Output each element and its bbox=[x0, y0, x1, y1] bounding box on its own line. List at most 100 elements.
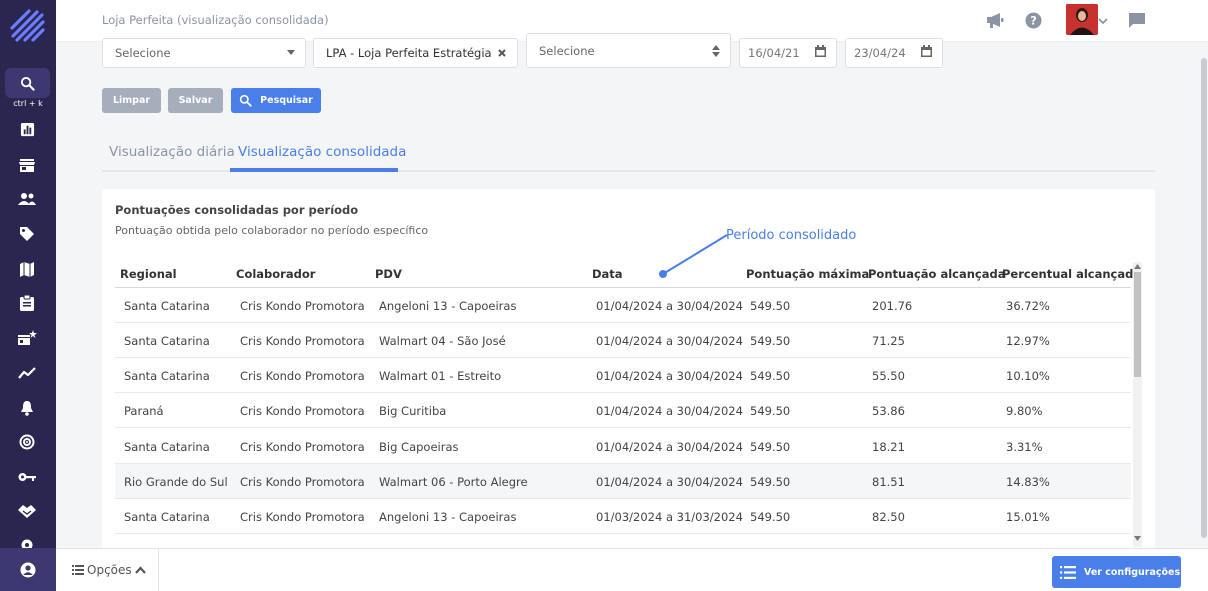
view-settings-button[interactable]: Ver configurações bbox=[1052, 556, 1181, 588]
filter-select-3-value: Selecione bbox=[539, 43, 595, 58]
table-scrollbar-thumb[interactable] bbox=[1134, 272, 1141, 377]
sidebar-item-checklist[interactable] bbox=[16, 292, 38, 314]
sidebar-item-tags[interactable] bbox=[16, 223, 38, 245]
column-header-percentual[interactable]: Percentual alcançado bbox=[1002, 267, 1141, 281]
filter-select-1[interactable]: Selecione bbox=[102, 38, 306, 68]
sidebar-item-stores[interactable] bbox=[16, 154, 38, 176]
handshake-icon bbox=[18, 505, 36, 518]
cell-pdv: Walmart 06 - Porto Alegre bbox=[379, 475, 528, 489]
sidebar: ctrl + k bbox=[0, 0, 56, 591]
column-header-pdv[interactable]: PDV bbox=[375, 267, 402, 281]
search-button[interactable]: Pesquisar bbox=[231, 88, 321, 113]
clipboard-icon bbox=[20, 295, 34, 311]
sidebar-search-button[interactable] bbox=[5, 68, 50, 98]
cell-pontuacao-maxima: 549.50 bbox=[750, 299, 791, 313]
sidebar-item-users[interactable] bbox=[16, 188, 38, 210]
filter-select-2[interactable]: LPA - Loja Perfeita Estratégia bbox=[313, 38, 518, 68]
date-start-field[interactable]: 16/04/21 bbox=[739, 38, 837, 68]
help-button[interactable]: ? bbox=[1022, 9, 1044, 31]
table-row[interactable]: Santa Catarina Cris Kondo Promotora Walm… bbox=[115, 358, 1131, 393]
sidebar-item-store-rating[interactable] bbox=[16, 327, 38, 349]
cell-regional: Santa Catarina bbox=[124, 369, 210, 383]
sidebar-item-goals[interactable] bbox=[16, 431, 38, 453]
clear-selection-icon[interactable] bbox=[497, 48, 507, 58]
tab-daily-view[interactable]: Visualização diária bbox=[109, 144, 235, 160]
bell-icon bbox=[21, 401, 33, 416]
column-header-pontuacao-maxima[interactable]: Pontuação máxima bbox=[746, 267, 869, 281]
sidebar-item-trends[interactable] bbox=[16, 362, 38, 384]
scores-card: Pontuações consolidadas por período Pont… bbox=[102, 189, 1155, 549]
cell-data: 01/04/2024 a 30/04/2024 bbox=[596, 299, 743, 313]
clear-button[interactable]: Limpar bbox=[102, 88, 161, 113]
avatar[interactable] bbox=[1066, 4, 1098, 35]
search-shortcut-hint: ctrl + k bbox=[13, 99, 43, 108]
cell-data: 01/04/2024 a 30/04/2024 bbox=[596, 475, 743, 489]
table-row[interactable]: Rio Grande do Sul Cris Kondo Promotora W… bbox=[115, 464, 1131, 499]
key-icon bbox=[18, 473, 36, 481]
search-icon bbox=[239, 94, 252, 107]
date-end-field[interactable]: 23/04/24 bbox=[845, 38, 943, 68]
tab-consolidated-view[interactable]: Visualização consolidada bbox=[238, 144, 406, 160]
cell-colaborador: Cris Kondo Promotora bbox=[240, 404, 365, 418]
help-icon: ? bbox=[1024, 11, 1042, 29]
filter-select-3[interactable]: Selecione bbox=[526, 33, 731, 68]
cell-data: 01/03/2024 a 31/03/2024 bbox=[596, 510, 743, 524]
cell-colaborador: Cris Kondo Promotora bbox=[240, 440, 365, 454]
cell-regional: Rio Grande do Sul bbox=[124, 475, 228, 489]
app-logo-icon[interactable] bbox=[9, 6, 47, 44]
table-row[interactable]: Santa Catarina Cris Kondo Promotora Big … bbox=[115, 429, 1131, 464]
user-circle-icon bbox=[20, 562, 36, 577]
filter-select-1-value: Selecione bbox=[115, 46, 171, 60]
options-toggle[interactable]: Opções bbox=[72, 563, 146, 577]
list-icon bbox=[72, 565, 84, 575]
table-row[interactable]: Santa Catarina Cris Kondo Promotora Walm… bbox=[115, 323, 1131, 358]
table-row[interactable]: Santa Catarina Cris Kondo Promotora Ange… bbox=[115, 288, 1131, 323]
sidebar-item-partners[interactable] bbox=[16, 500, 38, 522]
sidebar-item-dashboard[interactable] bbox=[16, 118, 38, 140]
sidebar-item-access[interactable] bbox=[16, 466, 38, 488]
cell-pontuacao-alcancada: 201.76 bbox=[872, 299, 913, 313]
page-scrollbar-thumb[interactable] bbox=[1201, 58, 1207, 538]
cell-percentual: 15.01% bbox=[1006, 510, 1050, 524]
sidebar-item-map[interactable] bbox=[16, 258, 38, 280]
bottom-bar: Opções Ver configurações bbox=[56, 548, 1208, 591]
scroll-up-icon[interactable] bbox=[1134, 264, 1141, 269]
announcements-button[interactable] bbox=[984, 9, 1006, 31]
column-header-pontuacao-alcancada[interactable]: Pontuação alcançada bbox=[868, 267, 1005, 281]
cell-pontuacao-alcancada: 71.25 bbox=[872, 334, 905, 348]
cell-percentual: 36.72% bbox=[1006, 299, 1050, 313]
cell-colaborador: Cris Kondo Promotora bbox=[240, 334, 365, 348]
table-row[interactable]: Santa Catarina Cris Kondo Promotora Ange… bbox=[115, 499, 1131, 534]
cell-data: 01/04/2024 a 30/04/2024 bbox=[596, 369, 743, 383]
cell-pontuacao-maxima: 549.50 bbox=[750, 510, 791, 524]
table-row[interactable]: Paraná Cris Kondo Promotora Big Curitiba… bbox=[115, 393, 1131, 428]
date-end-value: 23/04/24 bbox=[854, 46, 906, 60]
save-button[interactable]: Salvar bbox=[168, 88, 223, 113]
cell-pdv: Angeloni 13 - Capoeiras bbox=[379, 510, 517, 524]
cell-pdv: Angeloni 13 - Capoeiras bbox=[379, 299, 517, 313]
list-icon bbox=[1060, 565, 1076, 579]
column-header-colaborador[interactable]: Colaborador bbox=[236, 267, 315, 281]
cell-regional: Paraná bbox=[124, 404, 164, 418]
messages-button[interactable] bbox=[1126, 9, 1148, 31]
column-header-data[interactable]: Data bbox=[592, 267, 623, 281]
scroll-down-icon[interactable] bbox=[1134, 536, 1141, 541]
cell-pdv: Walmart 04 - São José bbox=[379, 334, 506, 348]
cell-data: 01/04/2024 a 30/04/2024 bbox=[596, 440, 743, 454]
user-profile-button[interactable] bbox=[0, 548, 56, 591]
cell-percentual: 10.10% bbox=[1006, 369, 1050, 383]
annotation-arrow bbox=[659, 234, 728, 278]
user-menu-toggle[interactable] bbox=[1096, 10, 1110, 32]
cell-colaborador: Cris Kondo Promotora bbox=[240, 475, 365, 489]
date-start-value: 16/04/21 bbox=[748, 46, 800, 60]
options-divider bbox=[158, 549, 159, 591]
chat-icon bbox=[1129, 12, 1145, 28]
cell-pontuacao-maxima: 549.50 bbox=[750, 475, 791, 489]
target-icon bbox=[19, 434, 35, 450]
trend-line-icon bbox=[18, 367, 36, 379]
cell-regional: Santa Catarina bbox=[124, 510, 210, 524]
cell-pdv: Big Capoeiras bbox=[379, 440, 459, 454]
column-header-regional[interactable]: Regional bbox=[120, 267, 177, 281]
sidebar-item-notifications[interactable] bbox=[16, 397, 38, 419]
cell-data: 01/04/2024 a 30/04/2024 bbox=[596, 334, 743, 348]
